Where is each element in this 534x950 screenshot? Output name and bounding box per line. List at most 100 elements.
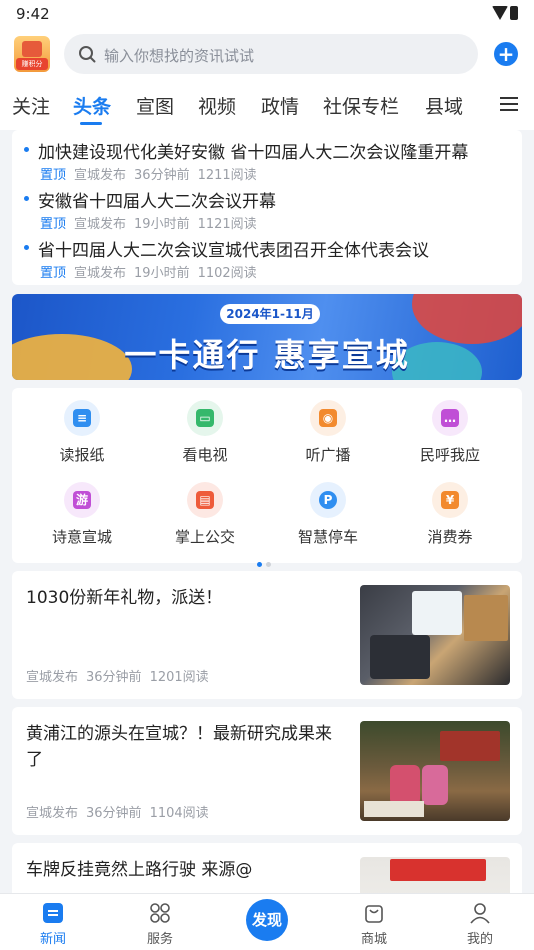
search-icon xyxy=(79,46,96,63)
article-title: 黄浦江的源头在宣城？！最新研究成果来了 xyxy=(26,724,332,770)
pinned-badge: 置顶 xyxy=(40,217,67,232)
article-meta: 宣城发布 36分钟前 1201阅读 xyxy=(26,666,217,685)
service-watch-tv[interactable]: ▭ 看电视 xyxy=(155,392,255,468)
news-meta: 置顶 宣城发布 19小时前 1102阅读 xyxy=(40,262,265,281)
parking-icon: P xyxy=(310,482,346,518)
article-card[interactable]: 1030份新年礼物，派送！ 宣城发布 36分钟前 1201阅读 xyxy=(12,571,522,699)
article-title: 1030份新年礼物，派送！ xyxy=(26,588,223,608)
shopping-bag-icon xyxy=(365,905,383,923)
user-icon xyxy=(470,903,490,924)
banner-slogan: 一卡通行 惠享宣城 xyxy=(124,336,410,374)
status-bar: 9:42 xyxy=(0,0,534,28)
article-thumbnail xyxy=(360,585,510,685)
service-read-newspaper[interactable]: ≡ 读报纸 xyxy=(32,392,132,468)
list-item[interactable]: 安徽省十四届人大二次会议开幕 置顶 宣城发布 19小时前 1121阅读 xyxy=(12,183,522,232)
news-time: 19小时前 xyxy=(134,217,190,232)
article-card[interactable]: 黄浦江的源头在宣城？！最新研究成果来了 宣城发布 36分钟前 1104阅读 xyxy=(12,707,522,835)
article-reads: 1104阅读 xyxy=(149,806,209,821)
news-source: 宣城发布 xyxy=(74,168,127,183)
nav-mine[interactable]: 我的 xyxy=(440,894,520,950)
active-tab-indicator xyxy=(80,122,102,125)
add-button[interactable]: + xyxy=(494,42,518,66)
bullet-icon xyxy=(24,147,29,152)
service-label: 听广播 xyxy=(305,446,351,464)
tv-icon: ▭ xyxy=(187,400,223,436)
bullet-icon xyxy=(24,196,29,201)
pinned-news-list: 加快建设现代化美好安徽 省十四届人大二次会议隆重开幕 置顶 宣城发布 36分钟前 12… xyxy=(12,130,522,285)
news-source: 宣城发布 xyxy=(74,217,127,232)
service-label: 读报纸 xyxy=(59,446,105,464)
service-grid: ≡ 读报纸 ▭ 看电视 ◉ 听广播 … 民呼我应 游 诗意宣城 ▤ 掌上公交 P… xyxy=(12,388,522,567)
news-title: 省十四届人大二次会议宣城代表团召开全体代表会议 xyxy=(38,241,429,261)
nav-mall[interactable]: 商城 xyxy=(334,894,414,950)
news-title: 安徽省十四届人大二次会议开幕 xyxy=(38,192,276,212)
search-placeholder: 输入你想找的资讯试试 xyxy=(104,47,255,65)
tab-county[interactable]: 县域 xyxy=(425,92,463,119)
service-label: 民呼我应 xyxy=(419,446,480,464)
news-icon xyxy=(43,903,63,923)
tab-follow[interactable]: 关注 xyxy=(12,92,50,119)
service-smart-parking[interactable]: P 智慧停车 xyxy=(278,474,378,550)
news-reads: 1102阅读 xyxy=(197,266,257,281)
service-label: 诗意宣城 xyxy=(51,528,112,546)
battery-icon xyxy=(510,6,518,20)
article-meta: 宣城发布 36分钟前 1104阅读 xyxy=(26,802,217,821)
news-title: 加快建设现代化美好安徽 省十四届人大二次会议隆重开幕 xyxy=(38,143,469,163)
news-reads: 1121阅读 xyxy=(197,217,257,232)
list-item[interactable]: 省十四届人大二次会议宣城代表团召开全体代表会议 置顶 宣城发布 19小时前 1102阅… xyxy=(12,232,522,281)
status-time: 9:42 xyxy=(16,5,50,23)
tab-social-security[interactable]: 社保专栏 xyxy=(323,92,399,119)
chat-icon: … xyxy=(432,400,468,436)
header-bar: 赚积分 输入你想找的资讯试试 + xyxy=(0,28,534,80)
tab-headlines[interactable]: 头条 xyxy=(73,92,111,119)
news-time: 36分钟前 xyxy=(134,168,190,183)
pinned-badge: 置顶 xyxy=(40,168,67,183)
newspaper-icon: ≡ xyxy=(64,400,100,436)
wifi-icon xyxy=(492,6,508,20)
news-source: 宣城发布 xyxy=(74,266,127,281)
grid-pager xyxy=(257,552,275,571)
tab-video[interactable]: 视频 xyxy=(198,92,236,119)
points-logo-icon[interactable]: 赚积分 xyxy=(14,36,50,72)
article-reads: 1201阅读 xyxy=(149,670,209,685)
service-label: 消费券 xyxy=(427,528,473,546)
service-bus[interactable]: ▤ 掌上公交 xyxy=(155,474,255,550)
article-thumbnail xyxy=(360,721,510,821)
news-reads: 1211阅读 xyxy=(197,168,257,183)
coupon-icon: ¥ xyxy=(432,482,468,518)
services-icon xyxy=(150,903,170,923)
news-meta: 置顶 宣城发布 36分钟前 1211阅读 xyxy=(40,164,265,183)
tab-xuan-pictures[interactable]: 宣图 xyxy=(136,92,174,119)
tab-politics[interactable]: 政情 xyxy=(261,92,299,119)
nav-label: 新闻 xyxy=(39,932,66,947)
news-time: 19小时前 xyxy=(134,266,190,281)
bus-icon: ▤ xyxy=(187,482,223,518)
points-badge: 赚积分 xyxy=(16,58,48,70)
pinned-badge: 置顶 xyxy=(40,266,67,281)
service-citizen-hotline[interactable]: … 民呼我应 xyxy=(400,392,500,468)
article-title: 车牌反挂竟然上路行驶 来源@ xyxy=(26,860,253,880)
nav-label: 我的 xyxy=(466,932,493,947)
service-label: 看电视 xyxy=(182,446,228,464)
nav-label: 商城 xyxy=(360,932,387,947)
nav-label: 服务 xyxy=(146,932,173,947)
gift-box-icon xyxy=(22,41,42,57)
radio-icon: ◉ xyxy=(310,400,346,436)
bullet-icon xyxy=(24,245,29,250)
article-source: 宣城发布 xyxy=(26,670,79,685)
service-label: 掌上公交 xyxy=(174,528,235,546)
bottom-navigation: 新闻 服务 发现 商城 我的 xyxy=(0,893,534,950)
service-coupon[interactable]: ¥ 消费券 xyxy=(400,474,500,550)
poetry-icon: 游 xyxy=(64,482,100,518)
nav-services[interactable]: 服务 xyxy=(120,894,200,950)
search-input[interactable]: 输入你想找的资讯试试 xyxy=(64,34,478,74)
menu-icon[interactable] xyxy=(500,97,518,111)
discover-button[interactable]: 发现 xyxy=(246,899,288,941)
channel-tabs: 关注 头条 宣图 视频 政情 社保专栏 县域 xyxy=(0,80,534,130)
service-label: 智慧停车 xyxy=(297,528,358,546)
service-poetic-xuancheng[interactable]: 游 诗意宣城 xyxy=(32,474,132,550)
list-item[interactable]: 加快建设现代化美好安徽 省十四届人大二次会议隆重开幕 置顶 宣城发布 36分钟前 12… xyxy=(12,134,522,183)
promo-banner[interactable]: 2024年1-11月 一卡通行 惠享宣城 xyxy=(12,294,522,380)
nav-news[interactable]: 新闻 xyxy=(13,894,93,950)
service-radio[interactable]: ◉ 听广播 xyxy=(278,392,378,468)
